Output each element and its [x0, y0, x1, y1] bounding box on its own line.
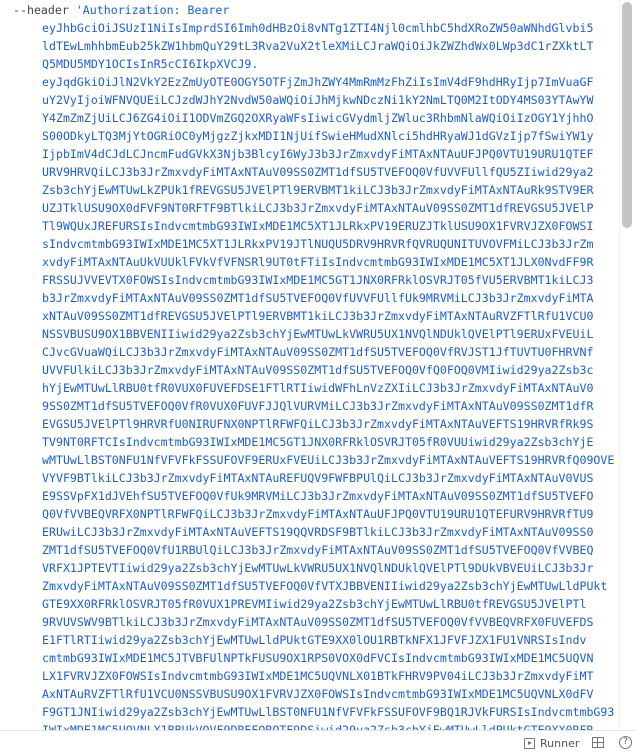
jwt-line: wMTUwLlBST0NFU1NfVFVFkFSSUFOVF9ERUxFVEUi…	[42, 453, 615, 467]
runner-button[interactable]: Runner	[524, 735, 579, 751]
jwt-line: Y4ZmZmZjUiLCJ6ZG4iOiI1ODVmZGQ2OXRyaWFsIi…	[42, 111, 594, 125]
code-line-header: --header 'Authorization: Bearer	[13, 1, 229, 19]
runner-panel-icon	[524, 737, 535, 749]
jwt-line: IWIxMDE1MC5UQVNLX1BBUkVOVF9DREFOROTF9DSi…	[42, 723, 594, 730]
jwt-line: eyJqdGkiOiJlN2VkY2EzZmUyOTE0OGY5OTFjZmJh…	[42, 75, 594, 89]
code-editor[interactable]: --header 'Authorization: Bearer eyJhbGci…	[0, 0, 619, 730]
vertical-scrollbar[interactable]	[619, 0, 636, 730]
jwt-line: ldTEwLmhhbmEub25kZW1hbmQuY29tL3Rva2VuX2t…	[42, 39, 594, 53]
jwt-line: UZJTklUSU9OX0dFVF9NT0RFTF9BTlkiLCJ3b3JrZ…	[42, 201, 594, 215]
jwt-line: IjpbImV4dCJdLCJncmFudGVkX3Njb3BlcyI6WyJ3…	[42, 147, 594, 161]
authorization-string-start: 'Authorization: Bearer	[68, 3, 230, 17]
jwt-line: AxNTAuRVZFTlRfU1VCU0NSSVBUSU9OX1FVRVJZX0…	[42, 687, 594, 701]
jwt-line: GTE9XX0RFRklOSVRJT05fR0VUX1PREVMIiwid29y…	[42, 597, 587, 611]
jwt-line: ZMT1dfSU5TVEFOQ0VfU1RBUlQiLCJ3b3JrZmxvdy…	[42, 543, 594, 557]
jwt-line: LX1FVRVJZX0FOWSIsIndvcmtmbG93IWIxMDE1MC5…	[42, 669, 594, 683]
jwt-line: 9RVUVSWV9BTlkiLCJ3b3JrZmxvdyFiMTAxNTAuV0…	[42, 615, 594, 629]
scrollbar-thumb[interactable]	[622, 2, 632, 228]
jwt-line: ERUwiLCJ3b3JrZmxvdyFiMTAxNTAuVEFTS19QQVR…	[42, 525, 594, 539]
jwt-line: F9GT1JNIiwid29ya2Zsb3chYjEwMTUwLlBST0NFU…	[42, 705, 615, 719]
jwt-line: Tl9WQUxJREFURSIsIndvcmtmbG93IWIxMDE1MC5X…	[42, 219, 594, 233]
jwt-line: S00ODkyLTQ3MjYtOGRiOC0yMjgzZjkxMDI1NjUif…	[42, 129, 594, 143]
header-flag: --header	[13, 3, 69, 17]
status-bar: Runner ?	[0, 730, 636, 754]
jwt-line: hYjEwMTUwLlRBU0tfR0VUX0FUVEFDSE1FTlRTIiw…	[42, 381, 594, 395]
help-icon[interactable]: ?	[619, 736, 632, 749]
jwt-line: VRFX1JPTEVTIiwid29ya2Zsb3chYjEwMTUwLkVWR…	[42, 561, 594, 575]
jwt-line: eyJhbGciOiJSUzI1NiIsImprdSI6Imh0dHBzOi8v…	[42, 21, 594, 35]
jwt-line: FRSSUJVVEVTX0FOWSIsIndvcmtmbG93IWIxMDE1M…	[42, 273, 594, 287]
jwt-line: EVGSU5JVElPTl9HRVRfU0NIRUFNX0NPTlRFWFQiL…	[42, 417, 594, 431]
jwt-line: 9SS0ZMT1dfSU5TVEFOQ0VfR0VUX0FUVFJJQlVURV…	[42, 399, 594, 413]
jwt-line: sIndvcmtmbG93IWIxMDE1MC5XT1JLRkxPV19JTlN…	[42, 237, 594, 251]
jwt-line: VYVF9BTlkiLCJ3b3JrZmxvdyFiMTAxNTAuREFUQV…	[42, 471, 594, 485]
jwt-line: CJvcGVuaWQiLCJ3b3JrZmxvdyFiMTAxNTAuV09SS…	[42, 345, 594, 359]
jwt-line: Q0VfVVBEQVRFX0NPTlRFWFQiLCJ3b3JrZmxvdyFi…	[42, 507, 594, 521]
jwt-line: UVVFUlkiLCJ3b3JrZmxvdyFiMTAxNTAuV09SS0ZM…	[42, 363, 594, 377]
jwt-line: TV9NT0RFTCIsIndvcmtmbG93IWIxMDE1MC5GT1JN…	[42, 435, 594, 449]
jwt-line: URV9HRVQiLCJ3b3JrZmxvdyFiMTAxNTAuV09SS0Z…	[42, 165, 594, 179]
layout-grid-icon[interactable]	[592, 737, 604, 748]
jwt-line: xvdyFiMTAxNTAuUkVUUklFVkVfVFNSRl9UT0tFTi…	[42, 255, 594, 269]
jwt-line: Q5MDU5MDY1OCIsInR5cCI6IkpXVCJ9.	[42, 57, 259, 71]
jwt-line: E1FTlRTIiwid29ya2Zsb3chYjEwMTUwLldPUktGT…	[42, 633, 587, 647]
jwt-line: xNTAuV09SS0ZMT1dfREVGSU5JVElPTl9ERVBMT1k…	[42, 309, 594, 323]
jwt-line: uY2VyIjoiWFNVQUEiLCJzdWJhY2NvdW50aWQiOiJ…	[42, 93, 594, 107]
jwt-line: ZmxvdyFiMTAxNTAuV09SS0ZMT1dfSU5TVEFOQ0Vf…	[42, 579, 608, 593]
jwt-line: E9SSVpFX1dJVEhfSU5TVEFOQ0VfUk9MRVMiLCJ3b…	[42, 489, 594, 503]
jwt-line: NSSVBUSU9OX1BBVENIIiwid29ya2Zsb3chYjEwMT…	[42, 327, 594, 341]
jwt-line: b3JrZmxvdyFiMTAxNTAuV09SS0ZMT1dfSU5TVEFO…	[42, 291, 594, 305]
runner-label: Runner	[540, 736, 580, 750]
jwt-line: Zsb3chYjEwMTUwLkZPUk1fREVGSU5JVElPTl9ERV…	[42, 183, 594, 197]
jwt-line: cmtmbG93IWIxMDE1MC5JTVBFUlNPTkFUSU9OX1RP…	[42, 651, 594, 665]
